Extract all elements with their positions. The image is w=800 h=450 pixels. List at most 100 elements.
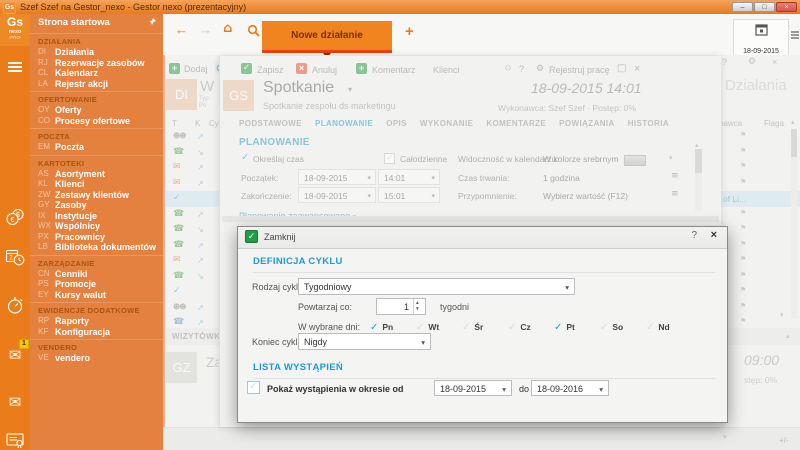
tab-opis[interactable]: OPIS xyxy=(386,119,407,128)
sidebar-item-oy[interactable]: OYOferty xyxy=(30,105,163,116)
end-time-field[interactable]: 15:01 ▾ xyxy=(378,187,440,203)
tab-historia[interactable]: HISTORIA xyxy=(628,119,669,128)
occurrence-to-date[interactable]: 18-09-2016 ▾ xyxy=(531,380,609,396)
list-row[interactable]: ☎↗ xyxy=(166,207,220,223)
day-checkbox-cz[interactable]: ✓Cz xyxy=(508,317,554,335)
dialog-help-icon[interactable]: ? xyxy=(691,230,697,241)
tab-wykonanie[interactable]: WYKONANIE xyxy=(420,119,473,128)
widocznosc-value[interactable]: W kolorze srebrnym xyxy=(543,154,619,164)
calodzienne-checkbox[interactable]: ✓ xyxy=(384,153,395,164)
sidebar-item-rj[interactable]: RJRezerwacje zasobów xyxy=(30,58,163,69)
spin-down-icon[interactable]: ▾ xyxy=(416,306,419,312)
sidebar-item-co[interactable]: COProcesy ofertowe xyxy=(30,116,163,127)
list-row-flag[interactable]: ⚑ xyxy=(720,176,800,192)
sidebar-item-cl[interactable]: CLKalendarz xyxy=(30,68,163,79)
sidebar-item-gy[interactable]: GYZasoby xyxy=(30,200,163,211)
stopwatch-icon[interactable] xyxy=(5,295,25,315)
list-scrollbar[interactable] xyxy=(791,129,797,319)
day-checkbox-so[interactable]: ✓So xyxy=(600,317,646,335)
list-row[interactable]: ✉↗ xyxy=(166,160,220,176)
currency-icon[interactable]: $ € xyxy=(5,207,25,227)
czas-trwania-value[interactable]: 1 godzina xyxy=(543,173,580,183)
tab-planowanie[interactable]: PLANOWANIE xyxy=(315,119,373,128)
list-row[interactable]: ✓ xyxy=(166,191,220,207)
list-row-flag[interactable]: ⚑ xyxy=(720,284,800,300)
sidebar-item-zw[interactable]: ZWZestawy klientów xyxy=(30,190,163,201)
calendar-clock-icon[interactable]: 2 xyxy=(5,247,25,267)
list-icon[interactable]: ≡ xyxy=(671,171,679,181)
list-row[interactable]: ☻☻↗ xyxy=(166,300,220,316)
occurrence-from-date[interactable]: 18-09-2015 ▾ xyxy=(434,380,512,396)
stepper-arrows[interactable]: ▴ ▾ xyxy=(413,299,425,314)
close-button[interactable]: × xyxy=(776,2,797,12)
sidebar-item-ix[interactable]: IXInstytucje xyxy=(30,211,163,222)
sidebar-item-rp[interactable]: RPRaporty xyxy=(30,316,163,327)
list-row[interactable]: ✓ xyxy=(166,284,220,300)
scroll-up-icon[interactable]: ▴ xyxy=(695,141,699,149)
expand-icon[interactable]: ▾ xyxy=(723,433,727,441)
close-detail-icon[interactable]: × xyxy=(634,63,640,75)
column-header-flaga[interactable]: Flaga xyxy=(764,119,784,128)
minimize-button[interactable]: – xyxy=(732,2,753,12)
back-icon[interactable]: ← xyxy=(175,22,188,37)
options-menu-icon[interactable] xyxy=(791,31,799,39)
day-checkbox-nd[interactable]: ✓Nd xyxy=(646,317,692,335)
list-row-flag[interactable]: ⚑ xyxy=(720,238,800,254)
unread-mail-icon[interactable]: ✉ 1 xyxy=(5,345,25,365)
gear-icon[interactable]: ⚙ xyxy=(536,64,544,74)
tab-podstawowe[interactable]: PODSTAWOWE xyxy=(239,119,302,128)
list-row[interactable]: ☎↗ xyxy=(166,238,220,254)
home-icon[interactable]: ⌂ xyxy=(223,21,232,36)
column-header-k[interactable]: K xyxy=(195,119,200,128)
show-occurrences-checkbox[interactable]: ✓ xyxy=(247,381,260,394)
list-row-flag[interactable]: ⚑ xyxy=(720,160,800,176)
list-row-flag[interactable]: ⚑ xyxy=(720,300,800,316)
sidebar-item-cn[interactable]: CNCenniki xyxy=(30,269,163,280)
sidebar-item-ey[interactable]: EYKursy walut xyxy=(30,290,163,301)
list-row-flag[interactable]: ⚑ xyxy=(720,269,800,285)
list-row-flag[interactable]: ⚑ xyxy=(720,207,800,223)
sidebar-item-px[interactable]: PXPracownicy xyxy=(30,232,163,243)
gear-icon[interactable]: ⚙ xyxy=(748,57,756,67)
sidebar-item-ve[interactable]: VEvendero xyxy=(30,353,163,364)
scroll-down-icon[interactable]: ▾ xyxy=(780,311,784,319)
help-icon[interactable]: ? xyxy=(519,64,524,74)
list-icon[interactable]: ≡ xyxy=(671,189,679,199)
comment-button[interactable]: Komentarz xyxy=(372,65,416,75)
cycle-type-select[interactable]: Tygodniowy ▾ xyxy=(298,278,575,295)
okreslaj-czas-label[interactable]: Określaj czas xyxy=(253,154,304,164)
help-icon[interactable]: ? xyxy=(722,57,727,67)
list-row[interactable]: ✉↗ xyxy=(166,176,220,192)
sidebar-item-wx[interactable]: WXWspólnicy xyxy=(30,221,163,232)
list-row-flag[interactable]: ⚑ xyxy=(720,222,800,238)
close-window-icon[interactable]: × xyxy=(772,57,777,67)
dropdown-icon[interactable]: ▾ xyxy=(669,154,673,162)
sidebar-item-di[interactable]: DIDziałania xyxy=(30,47,163,58)
tab-powiązania[interactable]: POWIĄZANIA xyxy=(559,119,615,128)
sidebar-item-ps[interactable]: PSPromocje xyxy=(30,279,163,290)
end-date-field[interactable]: 18-09-2015 ▾ xyxy=(298,187,376,203)
collapse-icon[interactable]: ▴ xyxy=(786,332,790,340)
gear-icon[interactable]: ⚙ xyxy=(504,64,512,74)
dialog-close-button[interactable]: ✓ Zamknij xyxy=(245,230,296,243)
forward-icon[interactable]: → xyxy=(199,22,212,37)
cancel-button[interactable]: Anuluj xyxy=(312,65,337,75)
list-row[interactable]: ☻☻↗ xyxy=(166,129,220,145)
start-date-field[interactable]: 18-09-2015 ▾ xyxy=(298,169,376,185)
date-panel[interactable]: 18-09-2015 xyxy=(733,19,789,59)
list-row[interactable]: ☎↘ xyxy=(166,222,220,238)
day-checkbox-pt[interactable]: ✓Pt xyxy=(554,317,600,335)
list-row-flag[interactable]: of Li... xyxy=(720,191,800,207)
tab-komentarze[interactable]: KOMENTARZE xyxy=(486,119,546,128)
add-button[interactable]: Dodaj xyxy=(184,64,208,74)
day-checkbox-śr[interactable]: ✓Śr xyxy=(462,317,508,335)
list-row-flag[interactable]: ⚑ xyxy=(720,145,800,161)
column-header-wykonawca[interactable]: nawca xyxy=(719,119,742,128)
sidebar-item-home[interactable]: Strona startowa xyxy=(30,14,163,34)
pin-icon[interactable] xyxy=(148,17,157,29)
maximize-icon[interactable]: □ xyxy=(617,63,626,74)
chevron-down-icon[interactable]: ▾ xyxy=(348,85,352,94)
sidebar-item-lb[interactable]: LBBiblioteka dokumentów xyxy=(30,242,163,253)
przypomnienie-value[interactable]: Wybierz wartość (F12) xyxy=(543,191,628,201)
scroll-up-icon[interactable]: ▴ xyxy=(791,118,795,126)
